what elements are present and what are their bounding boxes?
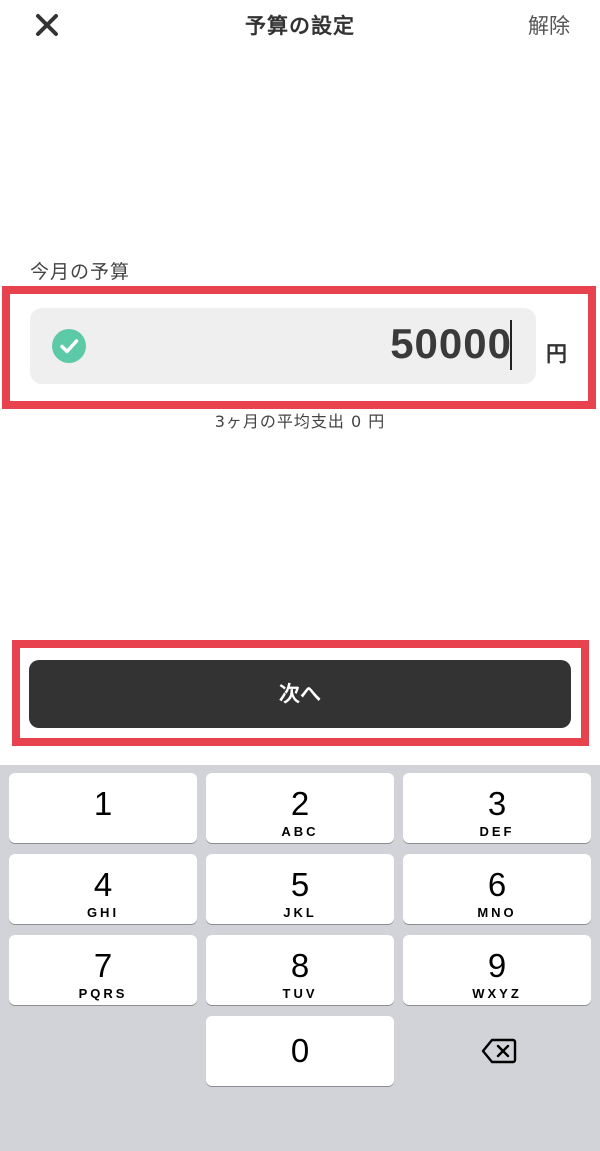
budget-amount-input[interactable]: 50000 [30,308,536,384]
key-9[interactable]: 9 WXYZ [403,935,591,1005]
key-letters: JKL [283,905,317,920]
key-digit: 7 [93,947,113,984]
cancel-budget-link[interactable]: 解除 [528,10,570,40]
key-letters: ABC [281,824,319,839]
key-6[interactable]: 6 MNO [403,854,591,924]
key-letters: MNO [477,905,517,920]
header: 予算の設定 解除 [0,0,600,52]
key-digit: 1 [93,785,113,822]
page-title: 予算の設定 [245,14,355,38]
key-letters: GHI [86,905,120,920]
key-digit: 3 [487,785,507,822]
delete-key[interactable] [403,1016,591,1086]
key-1[interactable]: 1 [9,773,197,843]
key-digit: 4 [93,866,113,903]
check-circle-icon [52,329,86,363]
key-2[interactable]: 2 ABC [206,773,394,843]
key-7[interactable]: 7 PQRS [9,935,197,1005]
close-icon [36,14,58,36]
budget-label: 今月の予算 [30,261,131,283]
key-digit: 9 [487,947,507,984]
key-letters: TUV [282,986,318,1001]
average-spending-text: 3ヶ月の平均支出 0 円 [214,412,386,431]
key-digit: 6 [487,866,507,903]
amount-value: 50000 [390,320,512,367]
key-letters: WXYZ [472,986,522,1001]
key-8[interactable]: 8 TUV [206,935,394,1005]
text-cursor [510,320,512,370]
backspace-icon [481,1038,517,1064]
key-digit: 0 [290,1032,310,1069]
key-5[interactable]: 5 JKL [206,854,394,924]
key-letters: PQRS [78,986,128,1001]
key-0[interactable]: 0 [206,1016,394,1086]
key-4[interactable]: 4 GHI [9,854,197,924]
next-button[interactable]: 次へ [29,660,571,728]
key-digit: 5 [290,866,310,903]
numeric-keypad: 1 2 ABC 3 DEF 4 GHI 5 JKL 6 MNO 7 PQRS 8… [0,765,600,1151]
currency-unit: 円 [546,342,567,366]
key-letters: DEF [479,824,515,839]
close-button[interactable] [30,8,64,42]
key-3[interactable]: 3 DEF [403,773,591,843]
key-digit: 8 [290,947,310,984]
key-digit: 2 [290,785,310,822]
